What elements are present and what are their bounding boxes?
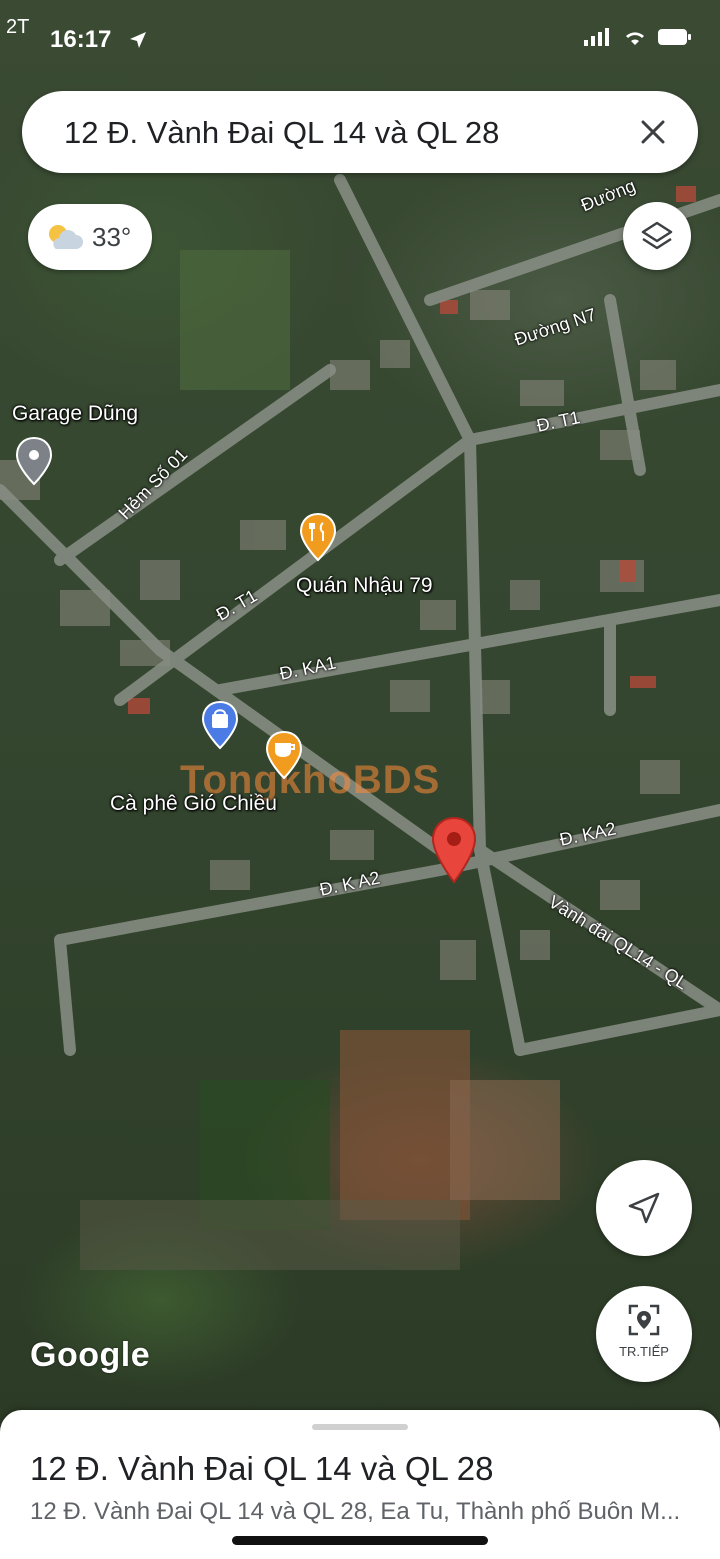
carrier-label: 2T (6, 16, 30, 38)
battery-icon (658, 29, 691, 45)
home-indicator[interactable] (232, 1536, 488, 1545)
status-bar: 2T 16:17 (0, 0, 720, 70)
live-view-label: TR.TIẾP (619, 1344, 669, 1359)
search-query[interactable]: 12 Đ. Vành Đai QL 14 và QL 28 (64, 115, 499, 151)
layers-button[interactable] (623, 202, 691, 270)
close-icon (641, 120, 665, 144)
navigation-arrow-icon (628, 1192, 660, 1224)
layers-icon (641, 221, 673, 250)
cafe-label[interactable]: Cà phê Gió Chiều (110, 792, 277, 816)
clear-search-button[interactable] (630, 109, 676, 155)
signal-icon (584, 28, 609, 46)
weather-chip[interactable]: 33° (28, 204, 152, 270)
my-location-button[interactable] (596, 1160, 692, 1256)
coffee-cup-icon (265, 730, 303, 780)
sheet-drag-handle[interactable] (312, 1424, 408, 1430)
google-logo: Google (30, 1336, 151, 1374)
place-address: 12 Đ. Vành Đai QL 14 và QL 28, Ea Tu, Th… (30, 1498, 681, 1525)
garage-label[interactable]: Garage Dũng (12, 402, 138, 426)
place-title: 12 Đ. Vành Đai QL 14 và QL 28 (30, 1450, 494, 1487)
wifi-icon (626, 32, 644, 45)
location-pin-icon (431, 816, 477, 884)
search-bar[interactable]: 12 Đ. Vành Đai QL 14 và QL 28 (22, 91, 698, 173)
restaurant-label[interactable]: Quán Nhậu 79 (296, 574, 433, 598)
system-indicators (584, 28, 692, 46)
shopping-bag-icon (201, 700, 239, 750)
location-arrow-icon (130, 32, 146, 48)
live-view-button[interactable]: TR.TIẾP (596, 1286, 692, 1382)
live-view-icon (628, 1304, 660, 1336)
temperature: 33° (92, 222, 132, 252)
partly-cloudy-icon (49, 225, 83, 249)
map-pin-icon (15, 436, 53, 486)
status-time: 16:17 (50, 26, 112, 53)
fork-knife-icon (299, 512, 337, 562)
